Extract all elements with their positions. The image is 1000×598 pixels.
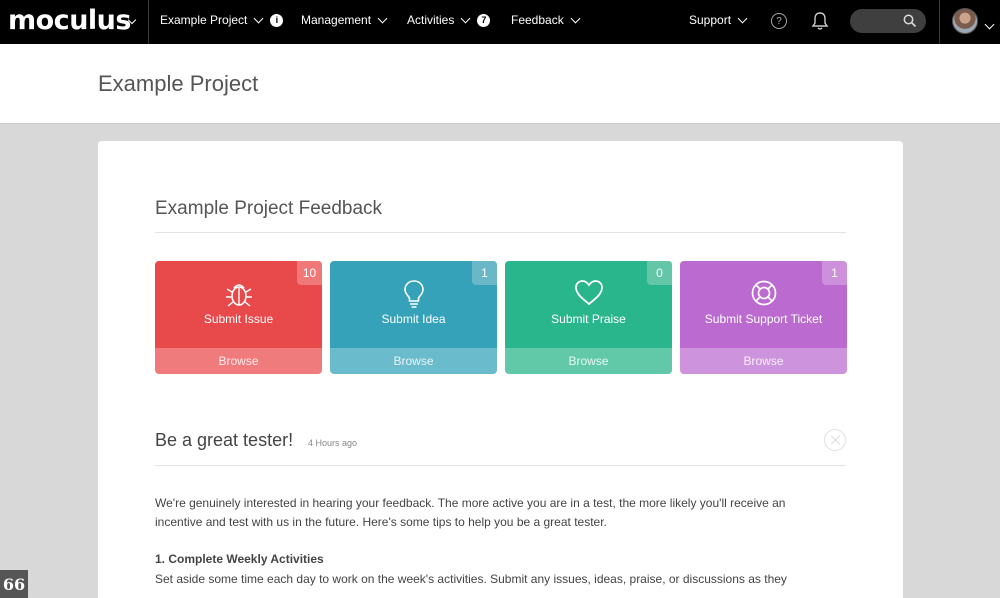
lightbulb-icon xyxy=(403,280,424,308)
tile-label: Submit Issue xyxy=(203,312,274,326)
quote-icon[interactable]: 66 xyxy=(0,570,28,598)
bug-icon xyxy=(225,284,252,307)
browse-ideas-link[interactable]: Browse xyxy=(330,348,497,374)
issue-count-badge: 10 xyxy=(297,261,322,285)
browse-praise-link[interactable]: Browse xyxy=(505,348,672,374)
nav-divider xyxy=(148,0,149,44)
chevron-down-icon xyxy=(570,13,581,23)
page-header: Example Project xyxy=(0,44,1000,124)
top-nav-bar: moculus Example Project i Management Act… xyxy=(0,0,1000,44)
browse-support-tickets-link[interactable]: Browse xyxy=(680,348,847,374)
chevron-down-icon[interactable] xyxy=(983,15,995,33)
close-icon[interactable] xyxy=(824,429,846,451)
tile-submit-idea: Submit Idea 1 Browse xyxy=(330,261,497,374)
chevron-down-icon xyxy=(377,13,388,23)
heart-icon xyxy=(574,280,603,306)
announcement-text-line: Set aside some time each day to work on … xyxy=(155,572,787,586)
support-ticket-count-badge: 1 xyxy=(822,261,847,285)
bell-icon[interactable] xyxy=(811,11,829,31)
chevron-down-icon xyxy=(737,13,748,23)
tile-submit-support-ticket: Submit Support Ticket 1 Browse xyxy=(680,261,847,374)
announcement-title: Be a great tester! xyxy=(155,430,294,450)
announcement-heading: 1. Complete Weekly Activities xyxy=(155,552,324,566)
tile-submit-praise: Submit Praise 0 Browse xyxy=(505,261,672,374)
nav-item-management[interactable]: Management xyxy=(301,13,388,27)
avatar[interactable] xyxy=(952,8,978,34)
nav-item-label: Management xyxy=(301,13,372,27)
announcement-text-line: incentive and test with us in the future… xyxy=(155,515,607,529)
activities-count-badge: 7 xyxy=(477,13,491,27)
nav-item-example-project[interactable]: Example Project i xyxy=(160,13,284,27)
section-title: Example Project Feedback xyxy=(155,198,383,219)
nav-item-label: Activities xyxy=(407,13,455,27)
browse-issues-link[interactable]: Browse xyxy=(155,348,322,374)
nav-item-activities[interactable]: Activities 7 xyxy=(407,13,491,27)
idea-count-badge: 1 xyxy=(472,261,497,285)
nav-item-label: Example Project xyxy=(160,13,248,27)
brand-logo[interactable]: moculus xyxy=(8,5,131,36)
divider xyxy=(155,232,846,233)
chevron-down-icon xyxy=(253,13,264,23)
divider xyxy=(155,465,846,466)
nav-item-label: Support xyxy=(689,13,732,27)
praise-count-badge: 0 xyxy=(647,261,672,285)
tile-label: Submit Support Ticket xyxy=(704,312,823,326)
info-icon: i xyxy=(270,13,284,27)
search-icon[interactable] xyxy=(903,14,917,28)
tile-label: Submit Praise xyxy=(551,312,626,326)
announcement-timestamp: 4 Hours ago xyxy=(308,438,358,448)
announcement-text-line: We're genuinely interested in hearing yo… xyxy=(155,496,786,510)
nav-item-support[interactable]: Support xyxy=(689,13,748,27)
chevron-down-icon xyxy=(460,13,471,23)
nav-item-feedback[interactable]: Feedback xyxy=(511,13,581,27)
help-circle-icon[interactable]: ? xyxy=(771,13,787,29)
tile-submit-issue: Submit Issue 10 Browse xyxy=(155,261,322,374)
feedback-card: Example Project Feedback Submit Issue 10… xyxy=(98,141,903,598)
page-title: Example Project xyxy=(98,71,259,96)
lifebuoy-icon xyxy=(751,280,776,306)
nav-item-label: Feedback xyxy=(511,13,564,27)
nav-divider xyxy=(939,0,940,44)
tile-label: Submit Idea xyxy=(381,312,446,326)
brand-chevron-down-icon[interactable] xyxy=(126,14,137,26)
